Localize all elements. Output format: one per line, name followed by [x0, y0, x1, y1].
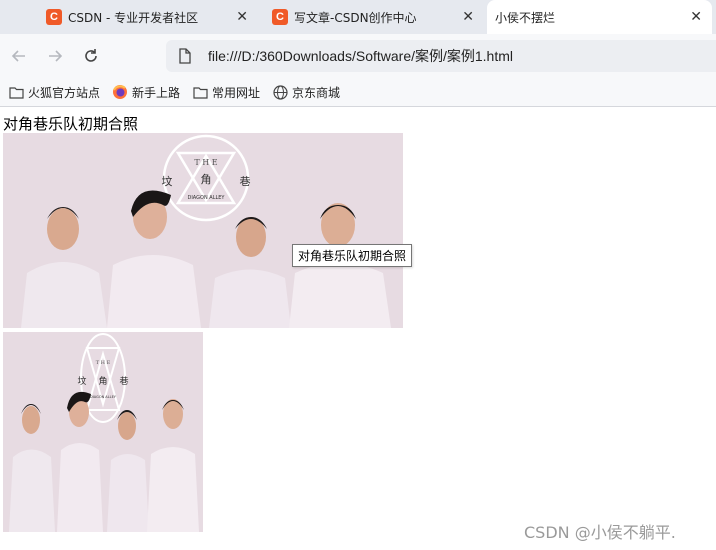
logo-top-text: T H E	[96, 360, 111, 366]
bookmark-label: 新手上路	[132, 85, 181, 100]
bookmark-label: 火狐官方站点	[28, 85, 101, 100]
bookmarks-bar: 火狐官方站点 新手上路 常用网址 京东商城	[0, 78, 716, 107]
tab-current[interactable]: 小侯不摆烂 ✕	[487, 0, 712, 34]
watermark: CSDN @小侯不躺平.	[524, 523, 676, 542]
folder-icon	[192, 84, 208, 100]
bookmark-label: 京东商城	[292, 85, 341, 100]
address-bar[interactable]: file:///D:/360Downloads/Software/案例/案例1.…	[166, 40, 716, 72]
tab-title: 写文章-CSDN创作中心	[294, 10, 417, 25]
band-photo-small: T H E 坟 角 巷 DIAGON ALLEY	[3, 332, 203, 532]
bookmark-item[interactable]: 火狐官方站点	[8, 84, 100, 101]
forward-button[interactable]	[43, 44, 67, 68]
bookmark-item[interactable]: 京东商城	[272, 84, 340, 101]
page-content: 对角巷乐队初期合照 T H E 坟 角 巷 DIAGON ALLEY 对角巷乐队…	[0, 107, 716, 550]
close-icon[interactable]: ✕	[462, 9, 474, 25]
bookmark-item[interactable]: 新手上路	[112, 84, 180, 101]
bookmark-label: 常用网址	[212, 85, 261, 100]
logo-middle-text: 角	[201, 173, 212, 186]
page-heading: 对角巷乐队初期合照	[3, 115, 139, 133]
logo-bottom-text: DIAGON ALLEY	[187, 195, 225, 201]
tab-write-article[interactable]: C 写文章-CSDN创作中心 ✕	[262, 0, 484, 34]
logo-middle-text: 角	[98, 375, 107, 387]
reload-button[interactable]	[79, 44, 103, 68]
back-button[interactable]	[7, 44, 31, 68]
csdn-favicon-icon: C	[46, 9, 62, 25]
browser-toolbar: file:///D:/360Downloads/Software/案例/案例1.…	[0, 34, 716, 78]
close-icon[interactable]: ✕	[690, 9, 702, 25]
folder-icon	[8, 84, 24, 100]
logo-top-text: T H E	[194, 158, 217, 167]
firefox-icon	[112, 84, 128, 100]
image-tooltip: 对角巷乐队初期合照	[292, 244, 413, 267]
close-icon[interactable]: ✕	[236, 9, 248, 25]
logo-left-text: 坟	[77, 375, 86, 387]
tab-title: CSDN - 专业开发者社区	[68, 10, 199, 25]
logo-bottom-text: DIAGON ALLEY	[90, 395, 117, 399]
globe-icon	[272, 84, 288, 100]
arrow-left-icon	[11, 50, 25, 62]
logo-left-text: 坟	[162, 174, 173, 188]
logo-right-text: 巷	[119, 376, 128, 387]
arrow-right-icon	[49, 50, 63, 62]
bookmark-item[interactable]: 常用网址	[192, 84, 260, 101]
logo-right-text: 巷	[240, 175, 251, 188]
tab-csdn[interactable]: C CSDN - 专业开发者社区 ✕	[36, 0, 258, 34]
band-photo-large: T H E 坟 角 巷 DIAGON ALLEY	[3, 133, 403, 328]
tab-strip: C CSDN - 专业开发者社区 ✕ C 写文章-CSDN创作中心 ✕ 小侯不摆…	[0, 0, 716, 34]
file-icon	[176, 47, 194, 65]
url-text: file:///D:/360Downloads/Software/案例/案例1.…	[208, 48, 514, 64]
csdn-favicon-icon: C	[272, 9, 288, 25]
tab-title: 小侯不摆烂	[495, 10, 556, 25]
reload-icon	[85, 49, 97, 62]
